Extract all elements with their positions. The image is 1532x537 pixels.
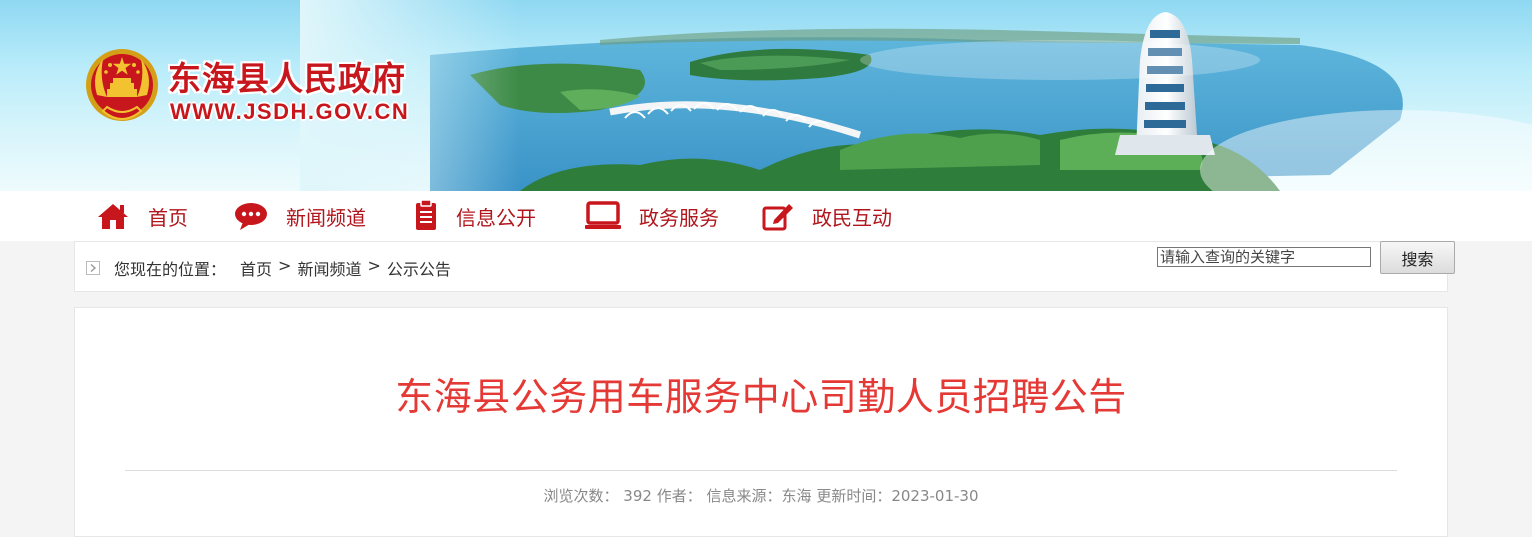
nav-label: 政民互动 <box>812 205 892 230</box>
views-count: 392 <box>623 487 652 505</box>
nav-label: 政务服务 <box>639 205 719 230</box>
national-emblem-icon <box>86 49 158 121</box>
title-divider <box>125 470 1397 471</box>
article-meta: 浏览次数： 392 作者： 信息来源：东海 更新时间：2023-01-30 <box>75 485 1447 506</box>
nav-item-info-disclosure[interactable]: 信息公开 <box>414 191 536 241</box>
search-input[interactable] <box>1157 247 1371 267</box>
site-banner: 东海县人民政府 WWW.JSDH.GOV.CN <box>0 0 1532 191</box>
document-icon <box>416 200 436 230</box>
edit-icon <box>762 204 793 231</box>
nav-item-interaction[interactable]: 政民互动 <box>762 191 892 241</box>
nav-item-news[interactable]: 新闻频道 <box>234 191 366 241</box>
article-panel: 东海县公务用车服务中心司勤人员招聘公告 浏览次数： 392 作者： 信息来源：东… <box>74 307 1448 537</box>
breadcrumb-item-home[interactable]: 首页 <box>240 256 272 280</box>
location-arrow-icon <box>86 261 100 275</box>
site-name: 东海县人民政府 <box>168 59 406 98</box>
nav-label: 信息公开 <box>456 205 536 230</box>
updated-date: 2023-01-30 <box>891 487 979 505</box>
updated-label: 更新时间： <box>816 487 892 505</box>
author-label: 作者： <box>656 487 702 505</box>
breadcrumb-separator: > <box>367 256 381 275</box>
site-url: WWW.JSDH.GOV.CN <box>170 99 410 124</box>
breadcrumb-separator: > <box>278 256 292 275</box>
source-label: 信息来源： <box>706 487 782 505</box>
nav-item-home[interactable]: 首页 <box>96 191 188 241</box>
nav-item-gov-services[interactable]: 政务服务 <box>585 191 719 241</box>
breadcrumb-prefix: 您现在的位置： <box>114 260 227 279</box>
breadcrumb-text: 您现在的位置： 首页 > 新闻频道 > 公示公告 <box>114 256 451 280</box>
home-icon <box>98 204 128 229</box>
monitor-icon <box>585 201 621 229</box>
source-value: 东海 <box>781 487 812 505</box>
search-button[interactable]: 搜索 <box>1380 241 1455 274</box>
breadcrumb-item-news[interactable]: 新闻频道 <box>297 256 361 280</box>
nav-label: 新闻频道 <box>286 205 366 230</box>
views-label: 浏览次数： <box>543 487 619 505</box>
article-title: 东海县公务用车服务中心司勤人员招聘公告 <box>395 375 1127 419</box>
nav-label: 首页 <box>148 205 188 230</box>
breadcrumb-item-notices[interactable]: 公示公告 <box>387 256 451 280</box>
main-nav: 首页 新闻频道 信息公开 政务服务 政民互动 <box>0 191 1532 241</box>
chat-bubble-icon <box>235 203 267 230</box>
